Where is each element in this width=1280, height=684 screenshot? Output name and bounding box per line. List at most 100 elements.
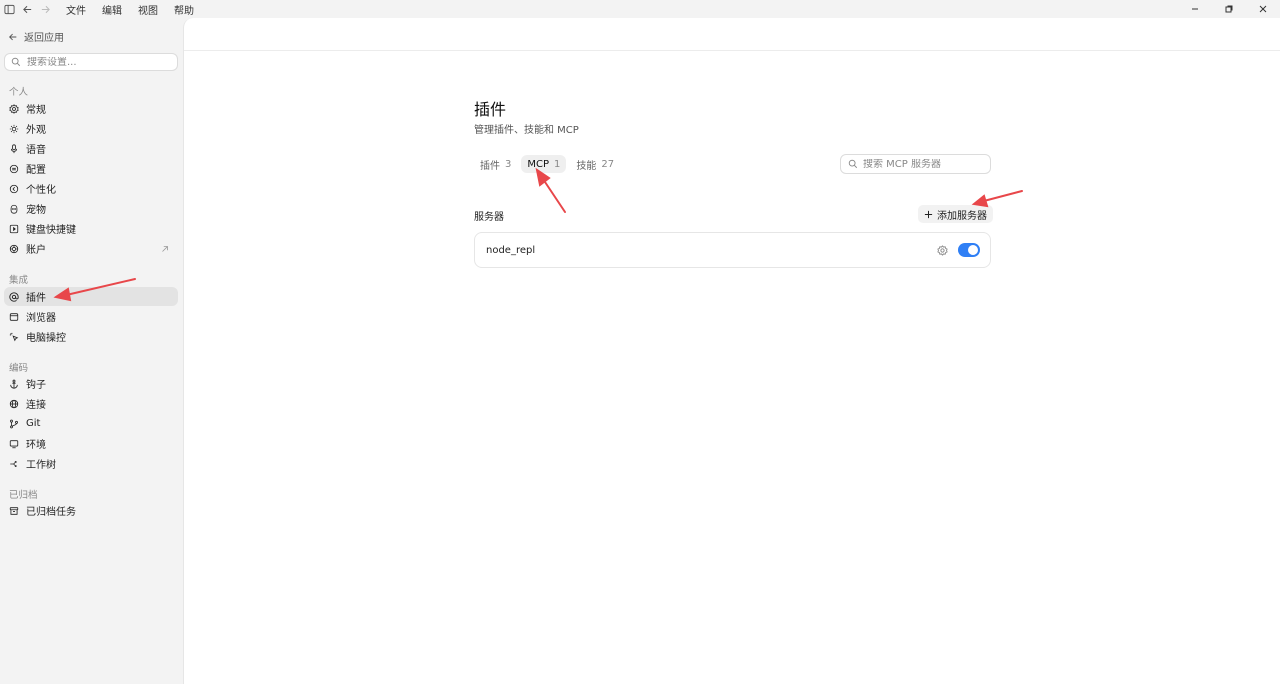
sidebar-item-label: 个性化 bbox=[26, 185, 56, 196]
sidebar-item-label: 环境 bbox=[26, 440, 46, 451]
settings-main-panel: 插件 管理插件、技能和 MCP 插件 3 MCP 1 技能 27 服务器 添加服… bbox=[183, 18, 1280, 684]
pet-icon bbox=[10, 204, 18, 214]
sidebar-item-label: 常规 bbox=[26, 105, 46, 116]
add-server-label: 添加服务器 bbox=[937, 210, 987, 222]
sidebar-item-browser[interactable]: 浏览器 bbox=[4, 307, 178, 326]
settings-sidebar: 返回应用 个人 常规 外观 语音 配置 个性化 宠物 键盘快捷键 账户 集成 bbox=[0, 18, 183, 684]
mcp-search-input[interactable] bbox=[863, 158, 983, 170]
servers-heading: 服务器 bbox=[474, 212, 504, 223]
tab-label: 技能 bbox=[576, 160, 597, 172]
config-icon bbox=[9, 164, 19, 173]
restore-button[interactable] bbox=[1212, 0, 1246, 18]
header-divider bbox=[184, 50, 1280, 51]
tab-mcp[interactable]: MCP 1 bbox=[521, 155, 567, 173]
sidebar-toggle-icon[interactable] bbox=[0, 0, 18, 18]
forward-arrow-icon[interactable] bbox=[36, 0, 54, 18]
server-enabled-toggle[interactable] bbox=[958, 243, 980, 257]
toggle-knob bbox=[968, 245, 978, 255]
section-coding-label: 编码 bbox=[9, 363, 29, 374]
tab-label: 插件 bbox=[480, 160, 500, 172]
close-button[interactable] bbox=[1246, 0, 1280, 18]
tab-count: 27 bbox=[601, 158, 615, 170]
sidebar-item-label: 账户 bbox=[26, 245, 46, 256]
back-to-app-link[interactable]: 返回应用 bbox=[8, 29, 64, 44]
sidebar-item-label: 钩子 bbox=[26, 380, 46, 391]
sidebar-item-archived-tasks[interactable]: 已归档任务 bbox=[4, 501, 178, 520]
tab-count: 1 bbox=[554, 158, 561, 170]
plus-icon bbox=[924, 210, 933, 218]
window-controls bbox=[1178, 0, 1280, 18]
sidebar-item-label: 宠物 bbox=[26, 205, 46, 216]
search-icon bbox=[848, 159, 858, 169]
sidebar-item-general[interactable]: 常规 bbox=[4, 99, 178, 118]
account-icon bbox=[9, 244, 19, 253]
server-row: node_repl bbox=[474, 232, 991, 268]
section-archived-label: 已归档 bbox=[9, 490, 38, 501]
sidebar-item-computer-control[interactable]: 电脑操控 bbox=[4, 327, 178, 346]
anchor-icon bbox=[10, 379, 18, 388]
sidebar-item-label: 插件 bbox=[26, 293, 46, 304]
personalization-icon bbox=[9, 184, 19, 193]
menu-help[interactable]: 帮助 bbox=[174, 2, 194, 17]
browser-icon bbox=[9, 312, 19, 321]
minimize-button[interactable] bbox=[1178, 0, 1212, 18]
sidebar-item-git[interactable]: Git bbox=[4, 414, 178, 433]
sidebar-item-environment[interactable]: 环境 bbox=[4, 434, 178, 453]
sidebar-item-label: 外观 bbox=[26, 125, 46, 136]
page-subtitle: 管理插件、技能和 MCP bbox=[474, 125, 579, 136]
mcp-server-search[interactable] bbox=[840, 154, 991, 174]
settings-search[interactable] bbox=[4, 53, 178, 71]
sidebar-item-label: Git bbox=[26, 418, 41, 429]
menu-file[interactable]: 文件 bbox=[66, 2, 86, 17]
sidebar-item-label: 键盘快捷键 bbox=[26, 225, 76, 236]
sidebar-item-label: 语音 bbox=[26, 145, 46, 156]
page-title: 插件 bbox=[474, 100, 507, 119]
git-branch-icon bbox=[10, 419, 18, 428]
sidebar-item-worktree[interactable]: 工作树 bbox=[4, 454, 178, 473]
tab-count: 3 bbox=[505, 158, 512, 170]
section-integrations-label: 集成 bbox=[9, 275, 29, 286]
globe-icon bbox=[9, 399, 19, 408]
sidebar-item-label: 配置 bbox=[26, 165, 46, 176]
sidebar-item-hooks[interactable]: 钩子 bbox=[4, 374, 178, 393]
section-personal-label: 个人 bbox=[9, 87, 29, 98]
menu-edit[interactable]: 编辑 bbox=[102, 2, 122, 17]
archive-icon bbox=[9, 506, 19, 515]
microphone-icon bbox=[10, 143, 18, 153]
keyboard-shortcut-icon bbox=[9, 224, 19, 233]
sun-icon bbox=[9, 124, 19, 133]
menu-view[interactable]: 视图 bbox=[138, 2, 158, 17]
back-to-app-label: 返回应用 bbox=[24, 33, 64, 44]
sidebar-item-connections[interactable]: 连接 bbox=[4, 394, 178, 413]
sidebar-item-keyboard-shortcuts[interactable]: 键盘快捷键 bbox=[4, 219, 178, 238]
tab-skills[interactable]: 技能 27 bbox=[570, 155, 620, 173]
search-icon bbox=[11, 57, 21, 67]
back-arrow-icon[interactable] bbox=[18, 0, 36, 18]
sidebar-item-label: 连接 bbox=[26, 400, 46, 411]
sidebar-item-personalization[interactable]: 个性化 bbox=[4, 179, 178, 198]
server-settings-gear-icon[interactable] bbox=[937, 245, 948, 256]
external-link-icon bbox=[162, 246, 168, 252]
sidebar-item-label: 工作树 bbox=[26, 460, 56, 471]
sidebar-item-label: 已归档任务 bbox=[26, 507, 76, 518]
sidebar-item-plugins[interactable]: 插件 bbox=[4, 287, 178, 306]
sidebar-item-pet[interactable]: 宠物 bbox=[4, 199, 178, 218]
title-bar: 文件 编辑 视图 帮助 bbox=[0, 0, 1280, 18]
add-server-button[interactable]: 添加服务器 bbox=[918, 205, 993, 223]
monitor-icon bbox=[9, 439, 19, 448]
sidebar-item-config[interactable]: 配置 bbox=[4, 159, 178, 178]
sidebar-item-label: 电脑操控 bbox=[26, 333, 66, 344]
worktree-icon bbox=[10, 460, 17, 467]
settings-search-input[interactable] bbox=[27, 56, 167, 68]
sidebar-item-voice[interactable]: 语音 bbox=[4, 139, 178, 158]
sidebar-item-label: 浏览器 bbox=[26, 313, 56, 324]
back-arrow-icon bbox=[9, 33, 17, 40]
menu-bar: 文件 编辑 视图 帮助 bbox=[66, 2, 194, 17]
gear-icon bbox=[9, 103, 19, 114]
cursor-click-icon bbox=[9, 332, 19, 341]
tab-label: MCP bbox=[527, 158, 550, 170]
sidebar-item-appearance[interactable]: 外观 bbox=[4, 119, 178, 138]
server-name: node_repl bbox=[486, 244, 536, 256]
sidebar-item-account[interactable]: 账户 bbox=[4, 239, 178, 258]
tab-plugins[interactable]: 插件 3 bbox=[474, 155, 517, 173]
